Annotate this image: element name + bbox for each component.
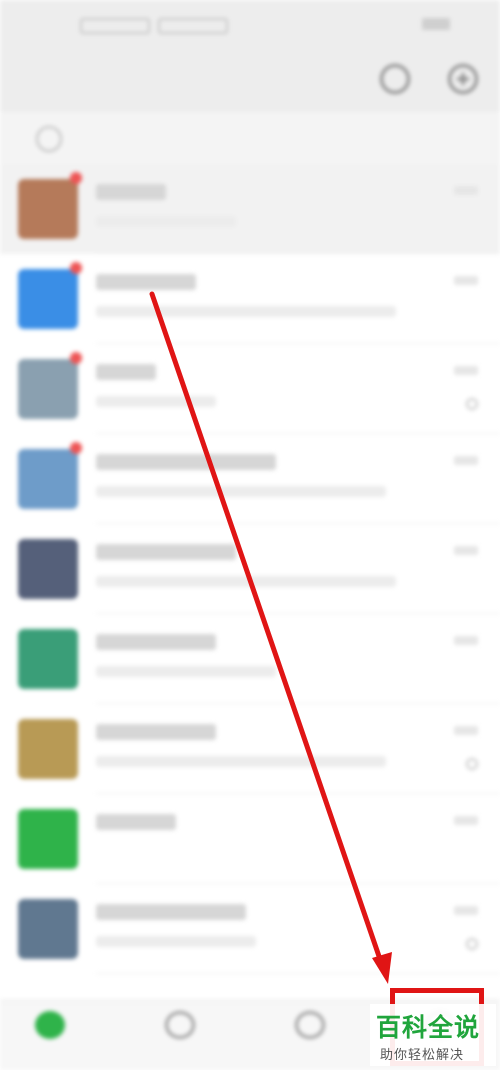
chat-preview xyxy=(96,756,386,767)
chat-preview xyxy=(96,216,236,227)
chat-time xyxy=(454,456,478,465)
chat-preview xyxy=(96,306,396,317)
mute-icon xyxy=(466,398,478,410)
avatar xyxy=(18,899,78,959)
chat-list-app xyxy=(0,0,500,1070)
chat-preview xyxy=(96,396,216,407)
chat-preview xyxy=(96,936,256,947)
chat-name xyxy=(96,814,176,830)
unread-badge xyxy=(70,262,82,274)
chat-list-item[interactable] xyxy=(0,884,500,974)
chat-time xyxy=(454,366,478,375)
chat-list-item[interactable] xyxy=(0,344,500,434)
avatar xyxy=(18,269,78,329)
avatar xyxy=(18,179,78,239)
tab-discover[interactable] xyxy=(270,1011,350,1067)
banner-icon xyxy=(36,126,62,152)
chat-list-item[interactable] xyxy=(0,794,500,884)
chat-preview xyxy=(96,486,386,497)
chat-list-item[interactable] xyxy=(0,614,500,704)
tab-chats[interactable] xyxy=(10,1011,90,1067)
search-icon[interactable] xyxy=(380,64,410,94)
avatar xyxy=(18,809,78,869)
chat-name xyxy=(96,544,236,560)
chat-preview xyxy=(96,576,396,587)
status-bar xyxy=(0,0,500,50)
watermark-title: 百科全说 xyxy=(376,1013,481,1042)
battery-icon xyxy=(422,18,450,30)
chat-list-item[interactable] xyxy=(0,434,500,524)
chat-bubble-icon xyxy=(35,1011,65,1039)
chat-list-item[interactable] xyxy=(0,524,500,614)
mute-icon xyxy=(466,758,478,770)
chat-list-item[interactable] xyxy=(0,164,500,254)
chat-name xyxy=(96,364,156,380)
chat-name xyxy=(96,634,216,650)
chat-time xyxy=(454,726,478,735)
chat-name xyxy=(96,274,196,290)
status-right xyxy=(422,18,450,30)
chat-name xyxy=(96,904,246,920)
avatar xyxy=(18,719,78,779)
mute-icon xyxy=(466,938,478,950)
discover-icon xyxy=(295,1011,325,1039)
wifi-icon xyxy=(158,18,228,34)
chat-name xyxy=(96,724,216,740)
avatar xyxy=(18,449,78,509)
chat-time xyxy=(454,546,478,555)
add-circle-icon[interactable] xyxy=(448,64,478,94)
chat-time xyxy=(454,636,478,645)
chat-name xyxy=(96,454,276,470)
avatar xyxy=(18,629,78,689)
unread-badge xyxy=(70,172,82,184)
chat-time xyxy=(454,186,478,195)
watermark-subtitle: 助你轻松解决 xyxy=(380,1048,465,1063)
tab-contacts[interactable] xyxy=(140,1011,220,1067)
signal-icon xyxy=(80,18,150,34)
top-bar xyxy=(0,50,500,112)
avatar xyxy=(18,539,78,599)
chat-list-item[interactable] xyxy=(0,254,500,344)
unread-badge xyxy=(70,352,82,364)
divider xyxy=(96,973,500,974)
watermark: 百科全说 助你轻松解决 xyxy=(370,1004,496,1066)
chat-preview xyxy=(96,666,276,677)
chat-time xyxy=(454,906,478,915)
status-left xyxy=(80,18,228,34)
chat-list-item[interactable] xyxy=(0,704,500,794)
phone-screen: 百科全说 助你轻松解决 xyxy=(0,0,500,1070)
chat-name xyxy=(96,184,166,200)
unread-badge xyxy=(70,442,82,454)
chat-time xyxy=(454,816,478,825)
notice-banner[interactable] xyxy=(0,112,500,164)
contacts-icon xyxy=(165,1011,195,1039)
chat-time xyxy=(454,276,478,285)
avatar xyxy=(18,359,78,419)
